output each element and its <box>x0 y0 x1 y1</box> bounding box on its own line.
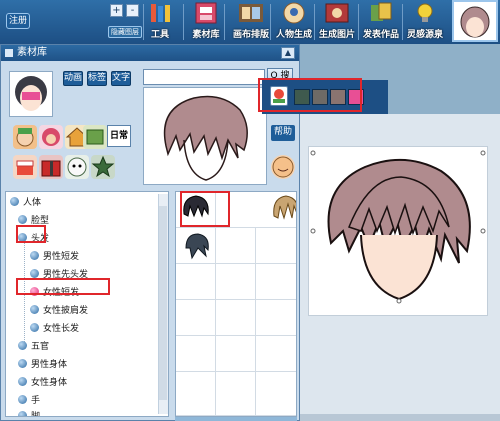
character-avatar[interactable] <box>9 71 53 117</box>
tree-node-icon <box>18 377 27 386</box>
add-layer-button[interactable]: + <box>110 4 123 17</box>
character-thumbnail[interactable] <box>452 0 498 42</box>
grid-horizontal-scrollbar[interactable] <box>175 417 297 421</box>
highlight-hair-box <box>16 225 46 243</box>
hide-layer-button[interactable]: 隐藏图层 <box>108 26 142 38</box>
material-item-empty[interactable] <box>176 264 216 300</box>
tree-item-label: 女性身体 <box>31 378 68 388</box>
panel-title: 素材库 <box>1 45 299 61</box>
tree-item-label: 人体 <box>23 198 42 208</box>
tree-node-icon <box>30 323 39 332</box>
toolbar-divider <box>224 4 225 40</box>
material-item-empty[interactable] <box>216 336 256 372</box>
tree-item-label: 女性披肩发 <box>43 306 89 316</box>
category-daily-button[interactable]: 日常 <box>107 125 131 147</box>
material-item-empty[interactable] <box>216 300 256 336</box>
tree-node-icon <box>18 359 27 368</box>
material-item-empty[interactable] <box>256 228 296 264</box>
panel-up-arrow-icon[interactable]: ▲ <box>281 47 295 59</box>
tree-item-label: 五官 <box>31 342 50 352</box>
tool-button-character-generate[interactable]: 人物生成 <box>270 2 318 42</box>
tree-item[interactable]: 男性短发 <box>30 250 79 264</box>
tree-node-icon <box>18 215 27 224</box>
tree-node-icon <box>18 395 27 404</box>
character-generate-icon <box>281 2 307 24</box>
remove-layer-button[interactable]: - <box>126 4 139 17</box>
category-character-icon[interactable] <box>65 155 89 179</box>
tree-node-icon <box>18 341 27 350</box>
tree-item-label: 女性长发 <box>43 324 80 334</box>
tools-icon <box>147 2 173 24</box>
material-item-empty[interactable] <box>256 336 296 372</box>
tool-button-inspiration[interactable]: 灵感源泉 <box>402 2 448 42</box>
tree-item-label: 脚 <box>31 412 41 417</box>
tag-animation-button[interactable]: 动画 <box>63 71 83 86</box>
publish-work-icon <box>368 2 394 24</box>
canvas-layout-icon <box>238 2 264 24</box>
tree-item[interactable]: 五官 <box>18 340 49 354</box>
tool-button-canvas-layout[interactable]: 画布排版 <box>228 2 274 42</box>
tree-item-label: 手 <box>31 396 41 406</box>
highlight-female-short-hair-box <box>16 278 110 295</box>
hair-preview <box>143 87 267 185</box>
help-button[interactable]: 帮助 <box>271 125 295 141</box>
status-strip <box>300 414 500 421</box>
tag-text-button[interactable]: 文字 <box>111 71 131 86</box>
category-gift-icon[interactable] <box>39 155 63 179</box>
material-item-empty[interactable] <box>176 300 216 336</box>
tree-scrollbar-thumb[interactable] <box>159 206 167 400</box>
material-item-dark-wavy-hair[interactable] <box>176 228 216 264</box>
tree-item[interactable]: 男性身体 <box>18 358 67 372</box>
generate-image-icon <box>324 2 350 24</box>
search-input[interactable] <box>143 69 265 85</box>
tool-button-generate-image[interactable]: 生成图片 <box>314 2 360 42</box>
category-items-icon[interactable] <box>83 125 107 149</box>
material-library-icon <box>193 2 219 24</box>
tree-item-label: 男性短发 <box>43 252 80 262</box>
toolbar-divider <box>183 4 184 40</box>
highlight-palette-box <box>258 78 362 112</box>
tree-item[interactable]: 人体 <box>10 196 41 210</box>
material-item-empty[interactable] <box>216 228 256 264</box>
tree-item[interactable]: 脚 <box>18 410 41 417</box>
tool-button-tools[interactable]: 工具 <box>140 2 180 42</box>
material-item-empty[interactable] <box>256 264 296 300</box>
tree-item[interactable]: 女性披肩发 <box>30 304 88 318</box>
material-item-empty[interactable] <box>176 372 216 416</box>
material-item-empty[interactable] <box>256 372 296 416</box>
tree-node-icon <box>30 251 39 260</box>
category-decoration-icon[interactable] <box>91 155 115 179</box>
material-item-empty[interactable] <box>256 300 296 336</box>
material-item-empty[interactable] <box>216 372 256 416</box>
tag-labels-button[interactable]: 标签 <box>87 71 107 86</box>
category-food-icon[interactable] <box>13 155 37 179</box>
highlight-hair-item-box <box>180 191 230 227</box>
tool-button-material-library[interactable]: 素材库 <box>186 2 226 42</box>
tree-item[interactable]: 女性长发 <box>30 322 79 336</box>
layer-toggle-group: + - 隐藏图层 <box>108 4 142 40</box>
category-hair-icon[interactable] <box>39 125 63 149</box>
register-button[interactable]: 注册 <box>6 13 30 29</box>
category-face-icon[interactable] <box>13 125 37 149</box>
tree-node-icon <box>18 411 27 416</box>
material-item-empty[interactable] <box>176 336 216 372</box>
drawing-canvas[interactable] <box>308 146 488 316</box>
material-item-empty[interactable] <box>216 264 256 300</box>
inspiration-bulb-icon <box>412 2 438 24</box>
tool-button-publish-work[interactable]: 发表作品 <box>358 2 404 42</box>
tree-node-icon <box>30 305 39 314</box>
category-expression-icon[interactable] <box>271 155 295 179</box>
tree-item-label: 男性身体 <box>31 360 68 370</box>
top-toolbar: 注册 + - 隐藏图层 工具 素材库 画布排版 人物生成 生成图片 发表作品 灵… <box>0 0 500 44</box>
tree-node-icon <box>30 269 39 278</box>
tree-node-icon <box>10 197 19 206</box>
panel-title-icon <box>5 49 13 57</box>
tree-item[interactable]: 女性身体 <box>18 376 67 390</box>
tree-item[interactable]: 手 <box>18 394 40 408</box>
